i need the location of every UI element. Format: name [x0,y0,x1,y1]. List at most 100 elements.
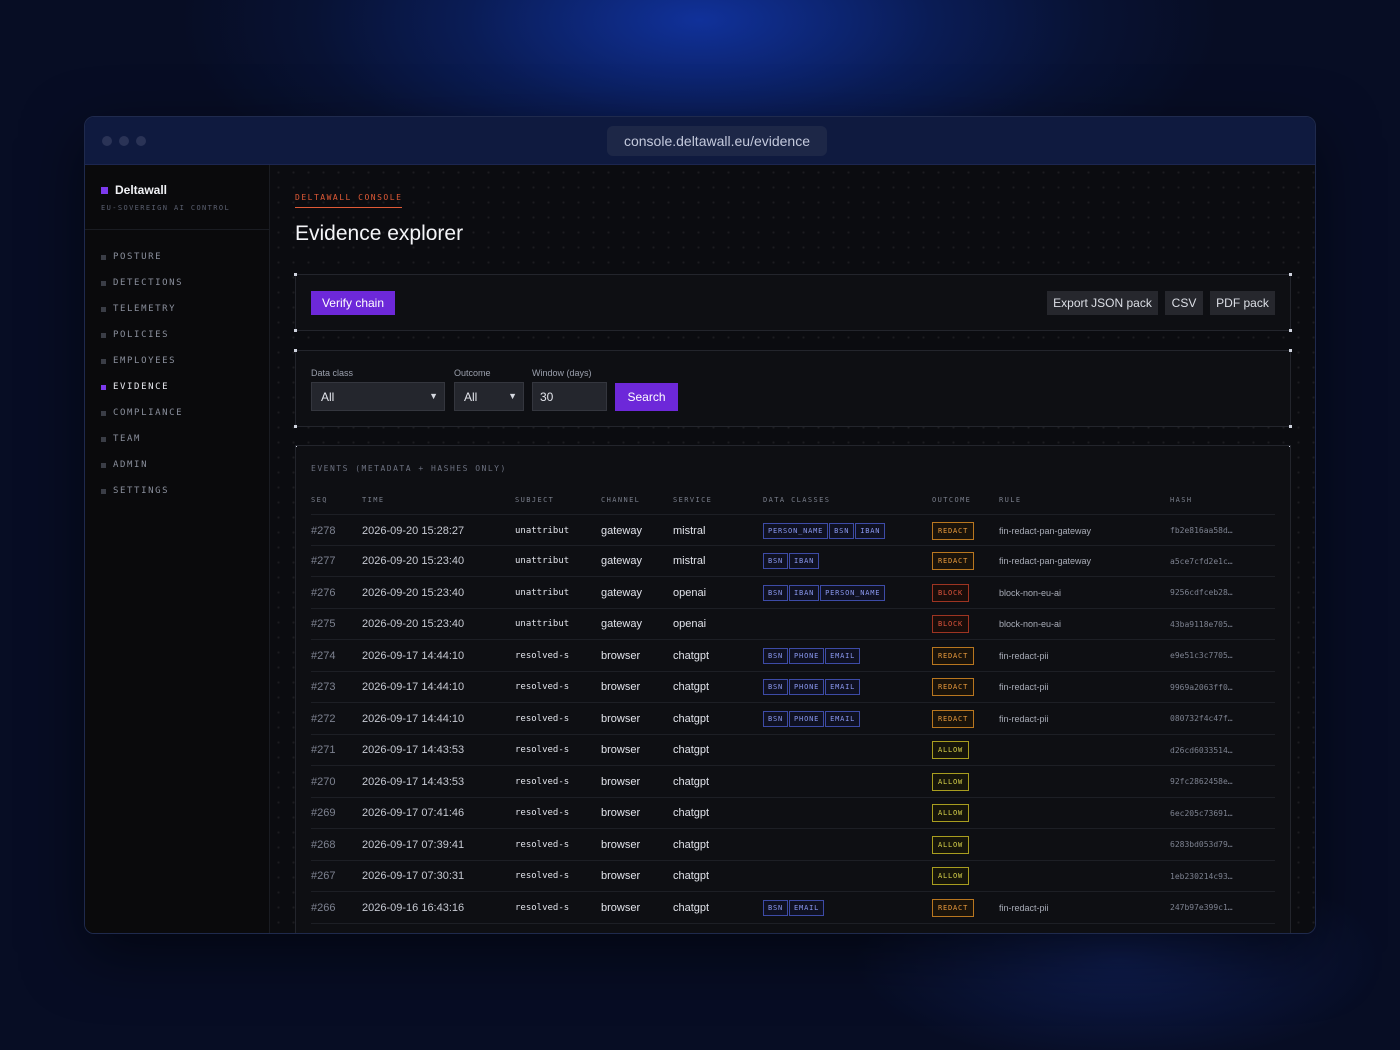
window-days-value: 30 [540,389,554,404]
channel-cell: browser [601,870,641,882]
subject-cell: resolved-s [515,713,570,724]
data-classes-cell: BSN PHONE EMAIL [763,672,861,703]
browser-window: console.deltawall.eu/evidence Deltawall … [84,116,1316,934]
nav-bullet-icon [101,410,106,416]
nav-bullet-icon [101,436,106,442]
service-cell: chatgpt [673,744,710,756]
export-pdf-pack-button[interactable]: PDF pack [1210,291,1275,315]
data-class-tag: PERSON_NAME [820,584,886,601]
time-cell: 2026-09-17 14:44:10 [362,712,465,725]
outcome-cell: REDACT [932,515,975,546]
time-cell: 2026-09-20 15:23:40 [362,618,465,630]
data-class-tag: EMAIL [825,679,861,695]
table-row[interactable]: #276 2026-09-20 15:23:40 unattribut gateway… [311,577,1275,609]
data-class-tag: BSN [763,584,789,601]
table-row[interactable]: #272 2026-09-17 14:44:10 resolved-s browser… [311,703,1275,735]
rule-cell: block-non-eu-ai [999,619,1062,629]
outcome-badge: ALLOW [932,867,970,885]
outcome-cell: BLOCK [932,577,970,608]
sidebar-item-admin[interactable]: ADMIN [85,452,269,478]
seq-cell: #273 [311,681,336,693]
outcome-badge: ALLOW [932,772,970,791]
sidebar-item-detections[interactable]: DETECTIONS [85,270,269,296]
brand-name: Deltawall [115,183,168,197]
column-header-outcome: OUTCOME [932,496,972,504]
table-row[interactable]: #274 2026-09-17 14:44:10 resolved-s browser… [311,640,1275,672]
table-row[interactable]: #278 2026-09-20 15:28:27 unattribut gateway… [311,514,1275,546]
data-class-select[interactable]: All ▼ [311,382,445,411]
hash-cell: 43ba9118e705… [1170,619,1233,629]
address-bar[interactable]: console.deltawall.eu/evidence [607,126,827,156]
sidebar-nav: POSTURE DETECTIONS TELEMETRY POLICIES EMPLOY… [85,230,269,504]
channel-cell: browser [601,901,641,914]
search-button[interactable]: Search [615,383,678,411]
main-content: DELTAWALL CONSOLE Evidence explorer Veri… [271,165,1315,933]
sidebar-item-label: POLICIES [113,330,170,340]
seq-cell: #275 [311,618,336,630]
channel-cell: gateway [601,555,642,567]
sidebar-item-posture[interactable]: POSTURE [85,244,269,270]
outcome-cell: BLOCK [932,609,970,640]
seq-cell: #277 [311,555,336,567]
sidebar-item-telemetry[interactable]: TELEMETRY [85,296,269,322]
seq-cell: #269 [311,807,336,819]
sidebar-item-employees[interactable]: EMPLOYEES [85,348,269,374]
outcome-badge: ALLOW [932,804,970,822]
brand-tagline: EU-SOVEREIGN AI CONTROL [101,204,231,212]
table-row[interactable]: #267 2026-09-17 07:30:31 resolved-s browser… [311,861,1275,892]
sidebar-item-policies[interactable]: POLICIES [85,322,269,348]
table-row[interactable]: #268 2026-09-17 07:39:41 resolved-s browser… [311,829,1275,861]
subject-cell: resolved-s [515,871,570,881]
verify-chain-button[interactable]: Verify chain [311,291,395,315]
table-row[interactable]: #270 2026-09-17 14:43:53 resolved-s browser… [311,766,1275,798]
window-days-input[interactable]: 30 [532,382,607,411]
time-cell: 2026-09-17 07:39:41 [362,838,465,851]
sidebar-item-label: SETTINGS [113,486,170,496]
table-row[interactable]: #269 2026-09-17 07:41:46 resolved-s browser… [311,798,1275,829]
column-header-subject: SUBJECT [515,496,555,504]
window-days-label: Window (days) [532,368,592,378]
sidebar-item-team[interactable]: TEAM [85,426,269,452]
outcome-cell: ALLOW [932,829,970,860]
corner-marker [1289,349,1292,352]
nav-bullet-icon [101,358,106,364]
seq-cell: #276 [311,586,336,599]
hash-cell: 6283bd053d79… [1170,840,1233,849]
table-row[interactable]: #275 2026-09-20 15:23:40 unattribut gateway… [311,609,1275,640]
hash-cell: 92fc2862458e… [1170,777,1233,786]
export-json-pack-button[interactable]: Export JSON pack [1047,291,1158,315]
table-row[interactable]: #273 2026-09-17 14:44:10 resolved-s browser… [311,672,1275,703]
sidebar-item-evidence[interactable]: EVIDENCE [85,374,269,400]
time-cell: 2026-09-20 15:23:40 [362,586,465,599]
channel-cell: gateway [601,618,642,630]
maximize-window-dot[interactable] [136,136,146,146]
outcome-badge: ALLOW [932,741,970,759]
sidebar-item-compliance[interactable]: COMPLIANCE [85,400,269,426]
outcome-select[interactable]: All ▼ [454,382,524,411]
nav-bullet-icon [101,254,106,260]
hash-cell: 080732f4c47f… [1170,714,1233,723]
data-classes-cell: BSN IBAN PERSON_NAME [763,577,886,608]
data-class-tag: BSN [763,679,789,695]
column-header-seq: SEQ [311,496,328,504]
sidebar-item-label: POSTURE [113,252,163,262]
column-header-hash: HASH [1170,496,1193,504]
data-class-tag: IBAN [789,584,820,601]
table-row[interactable]: #266 2026-09-16 16:43:16 resolved-s browser… [311,892,1275,924]
sidebar-item-label: EMPLOYEES [113,356,177,366]
hash-cell: 6ec205c73691… [1170,808,1233,818]
rule-cell: fin-redact-pii [999,902,1049,913]
table-row[interactable]: #271 2026-09-17 14:43:53 resolved-s browser… [311,735,1275,766]
export-csv-button[interactable]: CSV [1165,291,1203,315]
minimize-window-dot[interactable] [119,136,129,146]
logo-square-icon [101,186,108,194]
outcome-cell: REDACT [932,546,975,577]
outcome-badge: ALLOW [932,835,970,854]
window-controls [102,136,146,146]
close-window-dot[interactable] [102,136,112,146]
sidebar-item-label: DETECTIONS [113,278,184,288]
sidebar-item-settings[interactable]: SETTINGS [85,478,269,504]
table-row[interactable]: #277 2026-09-20 15:23:40 unattribut gateway… [311,546,1275,577]
data-classes-cell: PERSON_NAME BSN IBAN [763,515,886,546]
brand-block: Deltawall EU-SOVEREIGN AI CONTROL [85,165,269,230]
